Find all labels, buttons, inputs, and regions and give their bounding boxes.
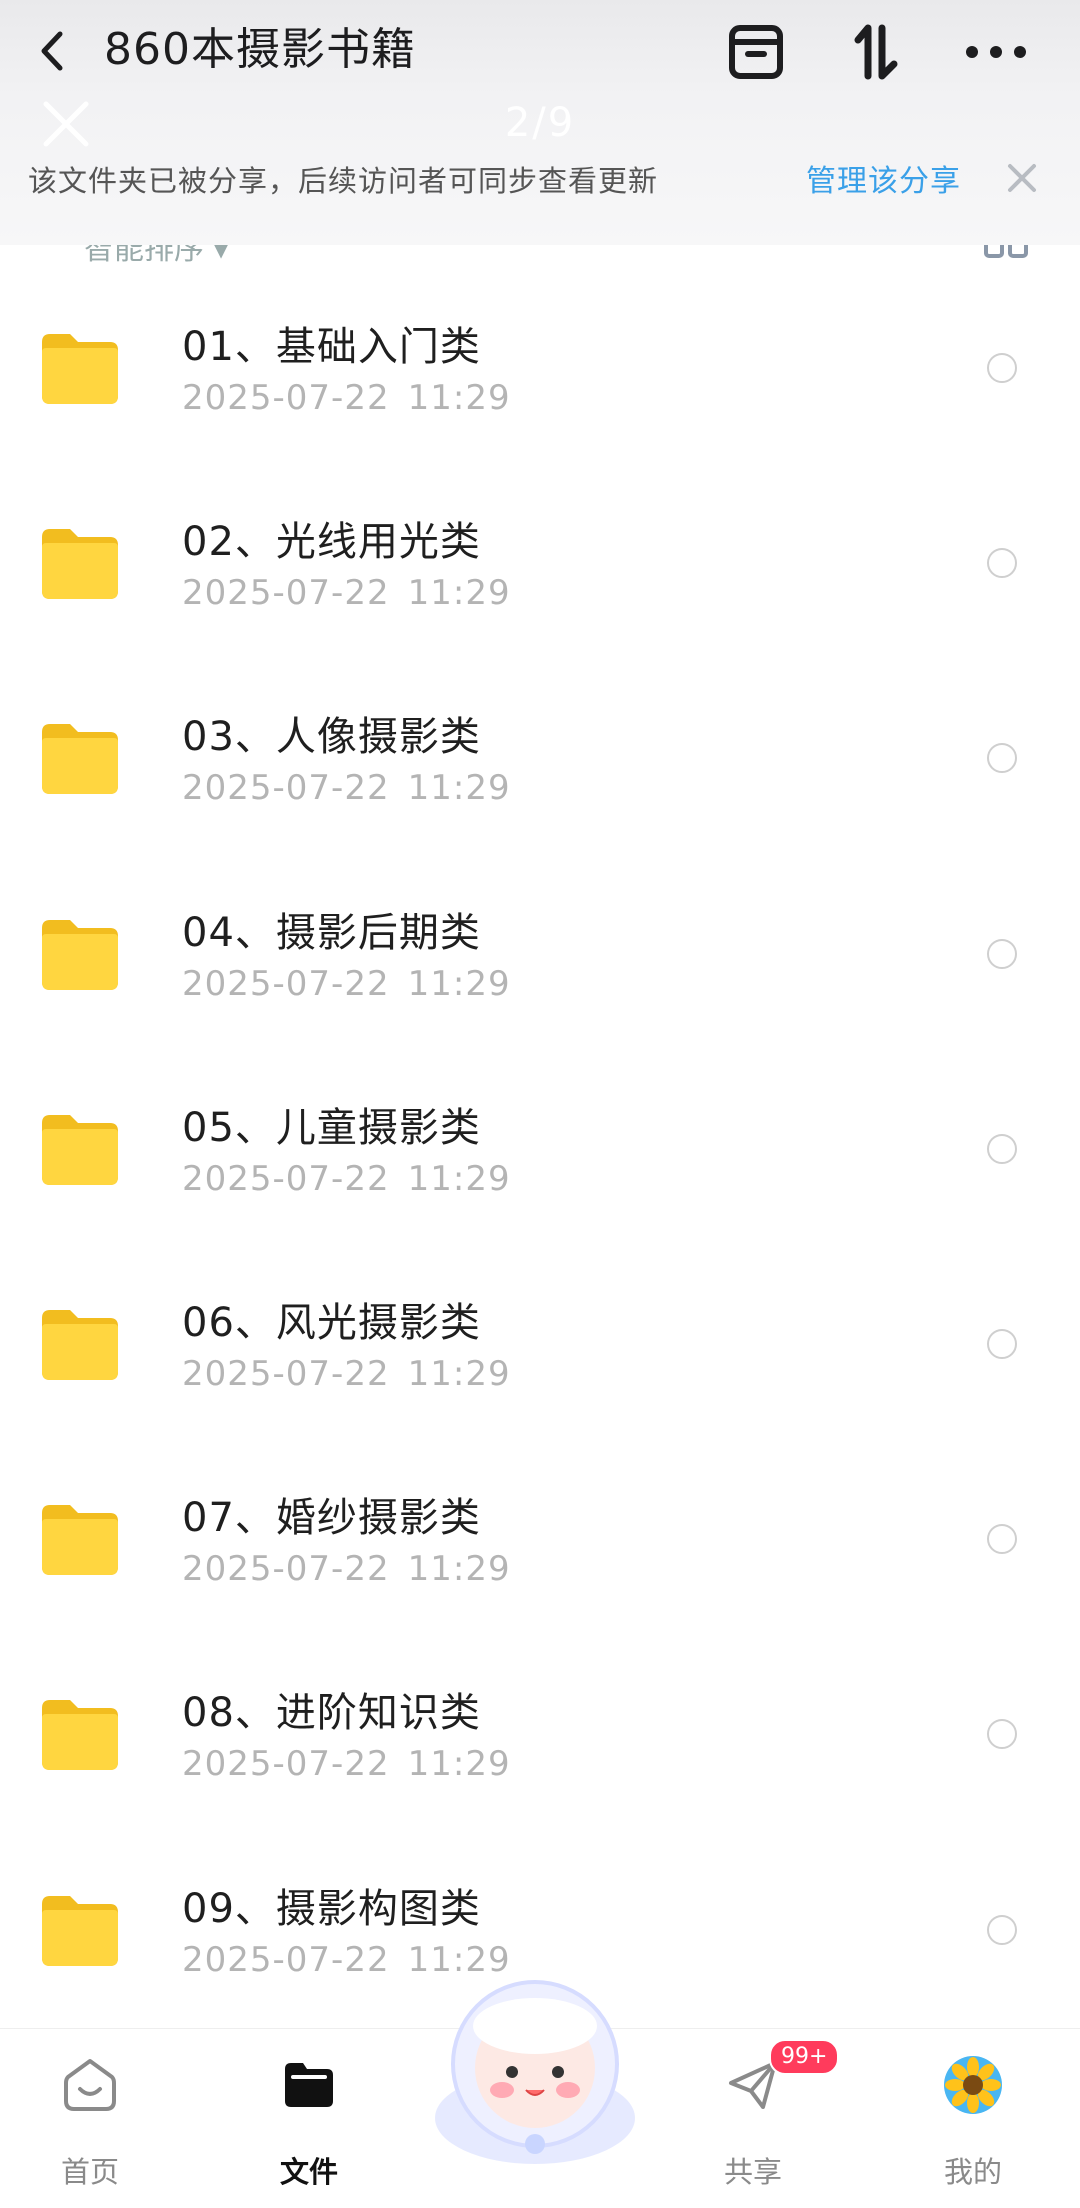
file-name: 02、光线用光类 [182,519,481,566]
file-row[interactable]: 07、婚纱摄影类 2025-07-22 11:29 [0,1441,1080,1636]
file-name: 08、进阶知识类 [182,1690,481,1737]
nav-files-label: 文件 [279,2155,338,2189]
file-date-day: 2025-07-22 [182,378,390,418]
mascot-icon[interactable] [424,1968,646,2168]
folder-icon [42,919,118,990]
top-header: 860本摄影书籍 2/9 该文件夹已被分享，后续访问者可同步查看更新 管理该分享 [0,0,1080,245]
file-date: 2025-07-22 11:29 [182,1354,511,1394]
folder-icon [42,1114,118,1185]
file-date-time: 11:29 [407,573,511,614]
file-row[interactable]: 06、风光摄影类 2025-07-22 11:29 [0,1246,1080,1441]
share-banner-text: 该文件夹已被分享，后续访问者可同步查看更新 [28,164,659,198]
file-list: 01、基础入门类 2025-07-22 11:29 02、光线用光类 2025-07-2… [0,270,1080,2027]
file-date: 2025-07-22 11:29 [182,768,511,808]
select-checkbox[interactable] [987,548,1017,579]
share-badge: 99+ [769,2039,840,2075]
file-row[interactable]: 08、进阶知识类 2025-07-22 11:29 [0,1636,1080,1831]
file-date-day: 2025-07-22 [182,1353,390,1394]
folder-icon [42,1309,118,1380]
file-date-time: 11:29 [407,1353,511,1394]
nav-home-label: 首页 [60,2155,119,2189]
file-date-day: 2025-07-22 [182,573,390,614]
folder-icon [42,1505,118,1576]
file-name: 01、基础入门类 [182,324,481,370]
file-date: 2025-07-22 11:29 [182,573,511,613]
file-date-day: 2025-07-22 [182,1158,390,1199]
folder-icon [42,1895,118,1966]
box-icon[interactable] [726,22,786,82]
file-date: 2025-07-22 11:29 [182,378,511,418]
file-date-day: 2025-07-22 [182,1939,390,1980]
file-name: 03、人像摄影类 [182,714,481,761]
page-title: 860本摄影书籍 [104,24,416,75]
file-name: 09、摄影构图类 [182,1885,481,1932]
file-date-day: 2025-07-22 [182,1744,390,1785]
select-checkbox[interactable] [987,1133,1017,1164]
avatar-sunflower-icon [944,2056,1002,2114]
file-name: 04、摄影后期类 [182,909,481,956]
select-checkbox[interactable] [987,1524,1017,1555]
file-date: 2025-07-22 11:29 [182,1549,511,1589]
file-date: 2025-07-22 11:29 [182,1744,511,1784]
more-icon[interactable] [962,22,1032,82]
select-checkbox[interactable] [987,938,1017,969]
folder-icon [42,529,118,600]
file-row[interactable]: 05、儿童摄影类 2025-07-22 11:29 [0,1051,1080,1246]
file-date-time: 11:29 [407,1158,511,1199]
nav-share-label: 共享 [723,2155,782,2189]
select-checkbox[interactable] [987,743,1017,774]
file-date-time: 11:29 [407,1549,511,1590]
file-date-time: 11:29 [407,963,511,1004]
select-checkbox[interactable] [987,1719,1017,1750]
file-date-time: 11:29 [407,768,511,809]
file-date-time: 11:29 [407,378,511,418]
page-indicator: 2/9 [504,100,576,146]
manage-share-link[interactable]: 管理该分享 [806,156,961,200]
file-date: 2025-07-22 11:29 [182,964,511,1004]
banner-close-icon[interactable] [1004,160,1040,196]
sort-icon[interactable] [846,22,906,82]
chevron-left-icon[interactable] [28,26,78,76]
file-date-time: 11:29 [407,1744,511,1785]
nav-me-label: 我的 [943,2155,1002,2189]
nav-files[interactable]: 文件 [239,2039,379,2199]
file-row[interactable]: 03、人像摄影类 2025-07-22 11:29 [0,660,1080,855]
select-checkbox[interactable] [987,353,1017,383]
nav-home[interactable]: 首页 [20,2039,160,2199]
folder-icon [42,334,118,404]
select-checkbox[interactable] [987,1328,1017,1359]
files-icon [285,2063,333,2107]
nav-share[interactable]: 99+ 共享 [683,2039,840,2199]
file-row[interactable]: 04、摄影后期类 2025-07-22 11:29 [0,856,1080,1051]
folder-icon [42,724,118,795]
file-date-day: 2025-07-22 [182,1549,390,1590]
file-name: 06、风光摄影类 [182,1299,481,1346]
select-checkbox[interactable] [987,1914,1017,1945]
file-name: 07、婚纱摄影类 [182,1495,481,1542]
file-date-day: 2025-07-22 [182,768,390,809]
file-date-day: 2025-07-22 [182,963,390,1004]
nav-me[interactable]: 我的 [903,2039,1043,2199]
file-row[interactable]: 01、基础入门类 2025-07-22 11:29 [0,270,1080,465]
file-row[interactable]: 02、光线用光类 2025-07-22 11:29 [0,465,1080,660]
folder-icon [42,1700,118,1771]
file-name: 05、儿童摄影类 [182,1104,481,1151]
home-icon [64,2059,116,2111]
file-date: 2025-07-22 11:29 [182,1159,511,1199]
